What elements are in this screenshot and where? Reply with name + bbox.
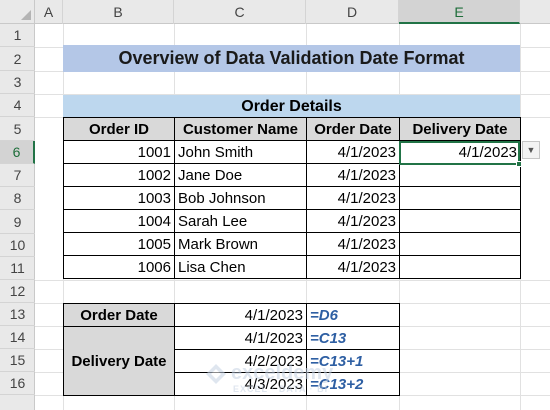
delivery-date-cell[interactable] [399,232,521,256]
table-header-row: Order ID Customer Name Order Date Delive… [63,117,521,141]
order-date-cell[interactable]: 4/1/2023 [306,186,400,210]
delivery-date-cell[interactable] [399,209,521,233]
order-date-cell[interactable]: 4/1/2023 [306,232,400,256]
order-date-value[interactable]: 4/1/2023 [174,303,307,327]
order-id-cell[interactable]: 1004 [63,209,175,233]
summary-table: Order Date 4/1/2023 =D6 Delivery Date 4/… [63,303,400,396]
row-header-3[interactable]: 3 [0,71,35,94]
table-row: Order Date 4/1/2023 =D6 [63,303,400,327]
table-row: Delivery Date 4/1/2023 =C13 [63,326,400,396]
delivery-date-value[interactable]: 4/1/2023 [174,326,307,350]
order-id-cell[interactable]: 1005 [63,232,175,256]
row-header-13[interactable]: 13 [0,303,35,326]
delivery-date-value[interactable]: 4/2/2023 [174,349,307,373]
order-date-formula[interactable]: =D6 [306,303,400,327]
column-header-b[interactable]: B [63,0,174,24]
row-header-10[interactable]: 10 [0,234,35,257]
delivery-date-cell[interactable] [399,255,521,279]
sheet-title[interactable]: Overview of Data Validation Date Format [63,45,520,72]
gridline [35,280,550,281]
chevron-down-icon[interactable]: ▼ [522,141,540,159]
table-row: 1003 Bob Johnson 4/1/2023 [63,186,521,210]
select-all-corner[interactable] [0,0,35,24]
customer-name-cell[interactable]: John Smith [174,140,307,164]
row-header-16[interactable]: 16 [0,372,35,395]
row-header-9[interactable]: 9 [0,210,35,234]
order-date-cell[interactable]: 4/1/2023 [306,255,400,279]
select-all-icon [21,10,31,20]
table-row: 1002 Jane Doe 4/1/2023 [63,163,521,187]
header-delivery-date[interactable]: Delivery Date [399,117,521,141]
order-date-cell[interactable]: 4/1/2023 [306,209,400,233]
order-details-title[interactable]: Order Details [63,95,520,118]
column-header-e[interactable]: E [399,0,520,24]
spreadsheet: A B C D E 1 2 3 4 5 6 7 8 9 10 11 12 13 … [0,0,550,410]
order-date-label[interactable]: Order Date [63,303,175,327]
column-header-c[interactable]: C [174,0,306,24]
customer-name-cell[interactable]: Bob Johnson [174,186,307,210]
table-row: 1004 Sarah Lee 4/1/2023 [63,209,521,233]
delivery-date-cell[interactable] [399,186,521,210]
order-date-cell[interactable]: 4/1/2023 [306,163,400,187]
header-customer-name[interactable]: Customer Name [174,117,307,141]
row-header-11[interactable]: 11 [0,257,35,280]
customer-name-cell[interactable]: Mark Brown [174,232,307,256]
order-date-cell[interactable]: 4/1/2023 [306,140,400,164]
row-header-4[interactable]: 4 [0,94,35,117]
row-header-6[interactable]: 6 [0,141,35,164]
header-order-date[interactable]: Order Date [306,117,400,141]
delivery-date-value[interactable]: 4/3/2023 [174,372,307,396]
fill-handle[interactable] [516,161,522,167]
order-id-cell[interactable]: 1002 [63,163,175,187]
table-row: 1006 Lisa Chen 4/1/2023 [63,255,521,279]
delivery-date-formula[interactable]: =C13+1 [306,349,400,373]
row-header-12[interactable]: 12 [0,280,35,303]
row-header-5[interactable]: 5 [0,117,35,141]
order-id-cell[interactable]: 1001 [63,140,175,164]
order-id-cell[interactable]: 1003 [63,186,175,210]
column-header-d[interactable]: D [306,0,399,24]
order-id-cell[interactable]: 1006 [63,255,175,279]
row-header-15[interactable]: 15 [0,349,35,372]
header-order-id[interactable]: Order ID [63,117,175,141]
row-header-7[interactable]: 7 [0,164,35,187]
delivery-date-label[interactable]: Delivery Date [63,326,175,396]
row-header-1[interactable]: 1 [0,24,35,47]
table-row: 1005 Mark Brown 4/1/2023 [63,232,521,256]
delivery-date-formula[interactable]: =C13 [306,326,400,350]
row-header-8[interactable]: 8 [0,187,35,210]
row-header-2[interactable]: 2 [0,47,35,71]
row-header-14[interactable]: 14 [0,326,35,349]
customer-name-cell[interactable]: Jane Doe [174,163,307,187]
customer-name-cell[interactable]: Lisa Chen [174,255,307,279]
column-header-a[interactable]: A [35,0,63,24]
customer-name-cell[interactable]: Sarah Lee [174,209,307,233]
delivery-date-formula[interactable]: =C13+2 [306,372,400,396]
delivery-date-cell[interactable] [399,163,521,187]
active-cell-border [399,141,520,165]
